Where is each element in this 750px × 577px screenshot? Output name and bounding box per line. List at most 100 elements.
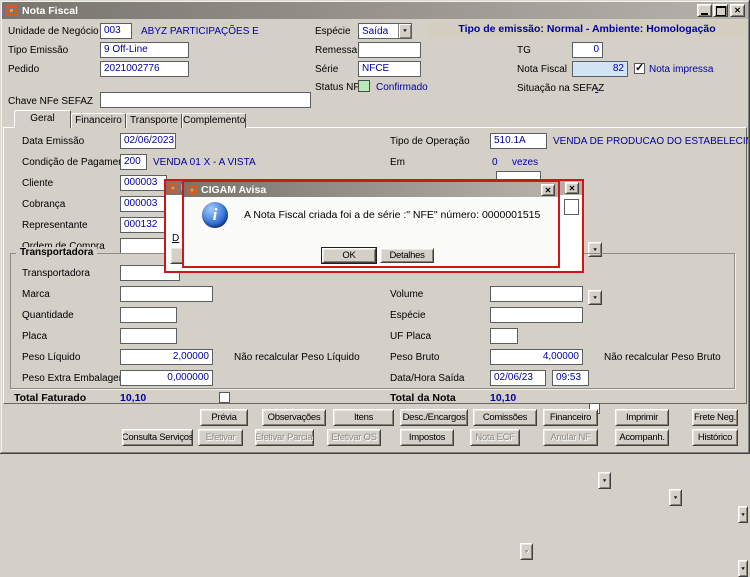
condicao-pagamento-name: VENDA 01 X - A VISTA — [153, 157, 256, 168]
minimize-button[interactable] — [697, 4, 712, 17]
serie-input[interactable]: NFCE — [358, 61, 421, 77]
quantidade-label: Quantidade — [22, 310, 74, 321]
nota-ecf-button[interactable]: Nota ECF — [470, 429, 520, 446]
tab-complemento[interactable]: Complemento — [182, 113, 246, 128]
data-saida-input[interactable]: 02/06/23 — [490, 370, 546, 386]
tg-input[interactable]: 0 — [572, 42, 603, 58]
financeiro-button[interactable]: Financeiro — [543, 409, 598, 426]
peso-bruto-input[interactable]: 4,00000 — [490, 349, 583, 365]
acompanh-button[interactable]: Acompanh. — [615, 429, 669, 446]
efetivar-parcial-button[interactable]: Efetivar Parcial — [255, 429, 314, 446]
nota-ecf-dropdown-icon[interactable] — [520, 543, 533, 560]
especie-label: Espécie — [315, 26, 351, 37]
nota-impressa-label: Nota impressa — [649, 64, 714, 75]
nao-recalcular-peso-liquido-checkbox[interactable] — [219, 392, 230, 403]
ok-button[interactable]: OK — [322, 248, 376, 263]
condicao-pagamento-input[interactable]: 200 — [120, 154, 147, 170]
especie-transporte-label: Espécie — [390, 310, 426, 321]
efetivar-button[interactable]: Efetivar — [198, 429, 243, 446]
total-da-nota-label: Total da Nota — [390, 392, 456, 404]
previa-button[interactable]: Prévia — [200, 409, 248, 426]
close-button[interactable] — [730, 4, 745, 17]
impostos-button[interactable]: Impostos — [400, 429, 454, 446]
comissoes-button[interactable]: Comissões — [473, 409, 537, 426]
transportadora-groupbox — [10, 253, 735, 389]
hora-saida-input[interactable]: 09:53 — [552, 370, 589, 386]
cobranca-input[interactable]: 000003 — [120, 196, 167, 212]
unidade-negocio-input[interactable]: 003 — [100, 23, 132, 39]
peso-liquido-input[interactable]: 2,00000 — [120, 349, 213, 365]
tipo-operacao-label: Tipo de Operação — [390, 136, 470, 147]
dialog-close-icon[interactable] — [541, 184, 555, 196]
nota-fiscal-number: 82 — [572, 61, 628, 77]
cliente-label: Cliente — [22, 178, 54, 189]
placa-label: Placa — [22, 331, 48, 342]
transportadora-label: Transportadora — [22, 268, 90, 279]
observacoes-button[interactable]: Observações — [262, 409, 326, 426]
nao-recalcular-peso-liquido-label: Não recalcular Peso Líquido — [234, 352, 360, 363]
condicao-pagamento-label: Condição de Pagamento — [22, 157, 133, 168]
desc-encargos-button[interactable]: Desc./Encargos — [400, 409, 468, 426]
uf-placa-input[interactable] — [490, 328, 518, 344]
especie-transporte-input[interactable] — [490, 307, 583, 323]
anular-nf-button[interactable]: Anular NF — [543, 429, 598, 446]
financeiro-dropdown-icon[interactable] — [598, 472, 611, 489]
nota-impressa-checkbox[interactable] — [634, 61, 645, 74]
dialog-title: CIGAM Avisa — [201, 183, 267, 196]
historico-button[interactable]: Histórico — [692, 429, 738, 446]
hidden-button-fragment: D — [172, 233, 180, 244]
app-icon — [187, 184, 197, 195]
cliente-input[interactable]: 000003 — [120, 175, 167, 191]
especie-value: Saída — [362, 25, 389, 37]
transportadora-group-title: Transportadora — [16, 247, 98, 258]
detalhes-button[interactable]: Detalhes — [380, 248, 434, 263]
tipo-emissao-input[interactable]: 9 Off-Line — [100, 42, 189, 58]
imprimir-button[interactable]: Imprimir — [615, 409, 669, 426]
peso-bruto-label: Peso Bruto — [390, 352, 440, 363]
total-faturado-value: 10,10 — [120, 392, 147, 404]
dialog-message: A Nota Fiscal criada foi a de série :" N… — [244, 209, 541, 221]
imprimir-dropdown-icon[interactable] — [669, 489, 682, 506]
em-label: Em — [390, 157, 405, 168]
em-value: 0 — [492, 157, 498, 168]
remessa-input[interactable] — [358, 42, 421, 58]
nota-fiscal-label: Nota Fiscal — [517, 64, 568, 75]
tipo-operacao-input[interactable]: 510.1A — [490, 133, 547, 149]
frete-neg-button[interactable]: Frete Neg. — [692, 409, 738, 426]
efetivar-os-button[interactable]: Efetivar OS — [327, 429, 381, 446]
unidade-negocio-label: Unidade de Negócio — [8, 26, 99, 37]
situacao-sefaz-link[interactable]: - — [595, 83, 598, 94]
pedido-input[interactable]: 2021002776 — [100, 61, 189, 77]
chave-nfe-label: Chave NFe SEFAZ — [8, 96, 94, 107]
window-titlebar: Nota Fiscal — [2, 2, 748, 19]
consulta-servicos-button[interactable]: Consulta Serviços — [122, 429, 193, 446]
tab-financeiro[interactable]: Financeiro — [71, 113, 126, 128]
representante-label: Representante — [22, 220, 88, 231]
tg-label: TG — [517, 45, 531, 56]
representante-input[interactable]: 000132 — [120, 217, 167, 233]
itens-button[interactable]: Itens — [333, 409, 394, 426]
especie-select[interactable]: Saída — [358, 23, 412, 39]
hidden-window-close-icon[interactable] — [565, 182, 579, 194]
window-title: Nota Fiscal — [22, 4, 79, 17]
emission-banner: Tipo de emissão: Normal - Ambiente: Homo… — [428, 21, 746, 38]
frete-neg-dropdown-icon[interactable] — [738, 506, 748, 523]
tab-transporte[interactable]: Transporte — [126, 113, 182, 128]
app-icon — [6, 5, 17, 16]
chevron-down-icon[interactable] — [398, 24, 411, 38]
tab-geral[interactable]: Geral — [14, 110, 71, 128]
volume-input[interactable] — [490, 286, 583, 302]
quantidade-input[interactable] — [120, 307, 177, 323]
nao-recalcular-peso-bruto-label: Não recalcular Peso Bruto — [604, 352, 721, 363]
dialog-titlebar: CIGAM Avisa — [184, 182, 558, 197]
maximize-button[interactable] — [713, 4, 728, 17]
volume-label: Volume — [390, 289, 424, 300]
tipo-operacao-name: VENDA DE PRODUCAO DO ESTABELECIMENTO — [553, 136, 750, 147]
situacao-sefaz-label: Situação na SEFAZ — [517, 83, 605, 94]
historico-dropdown-icon[interactable] — [738, 560, 748, 577]
chave-nfe-input[interactable] — [100, 92, 311, 108]
peso-extra-input[interactable]: 0,000000 — [120, 370, 213, 386]
placa-input[interactable] — [120, 328, 177, 344]
data-emissao-input[interactable]: 02/06/2023 — [120, 133, 176, 149]
marca-input[interactable] — [120, 286, 213, 302]
